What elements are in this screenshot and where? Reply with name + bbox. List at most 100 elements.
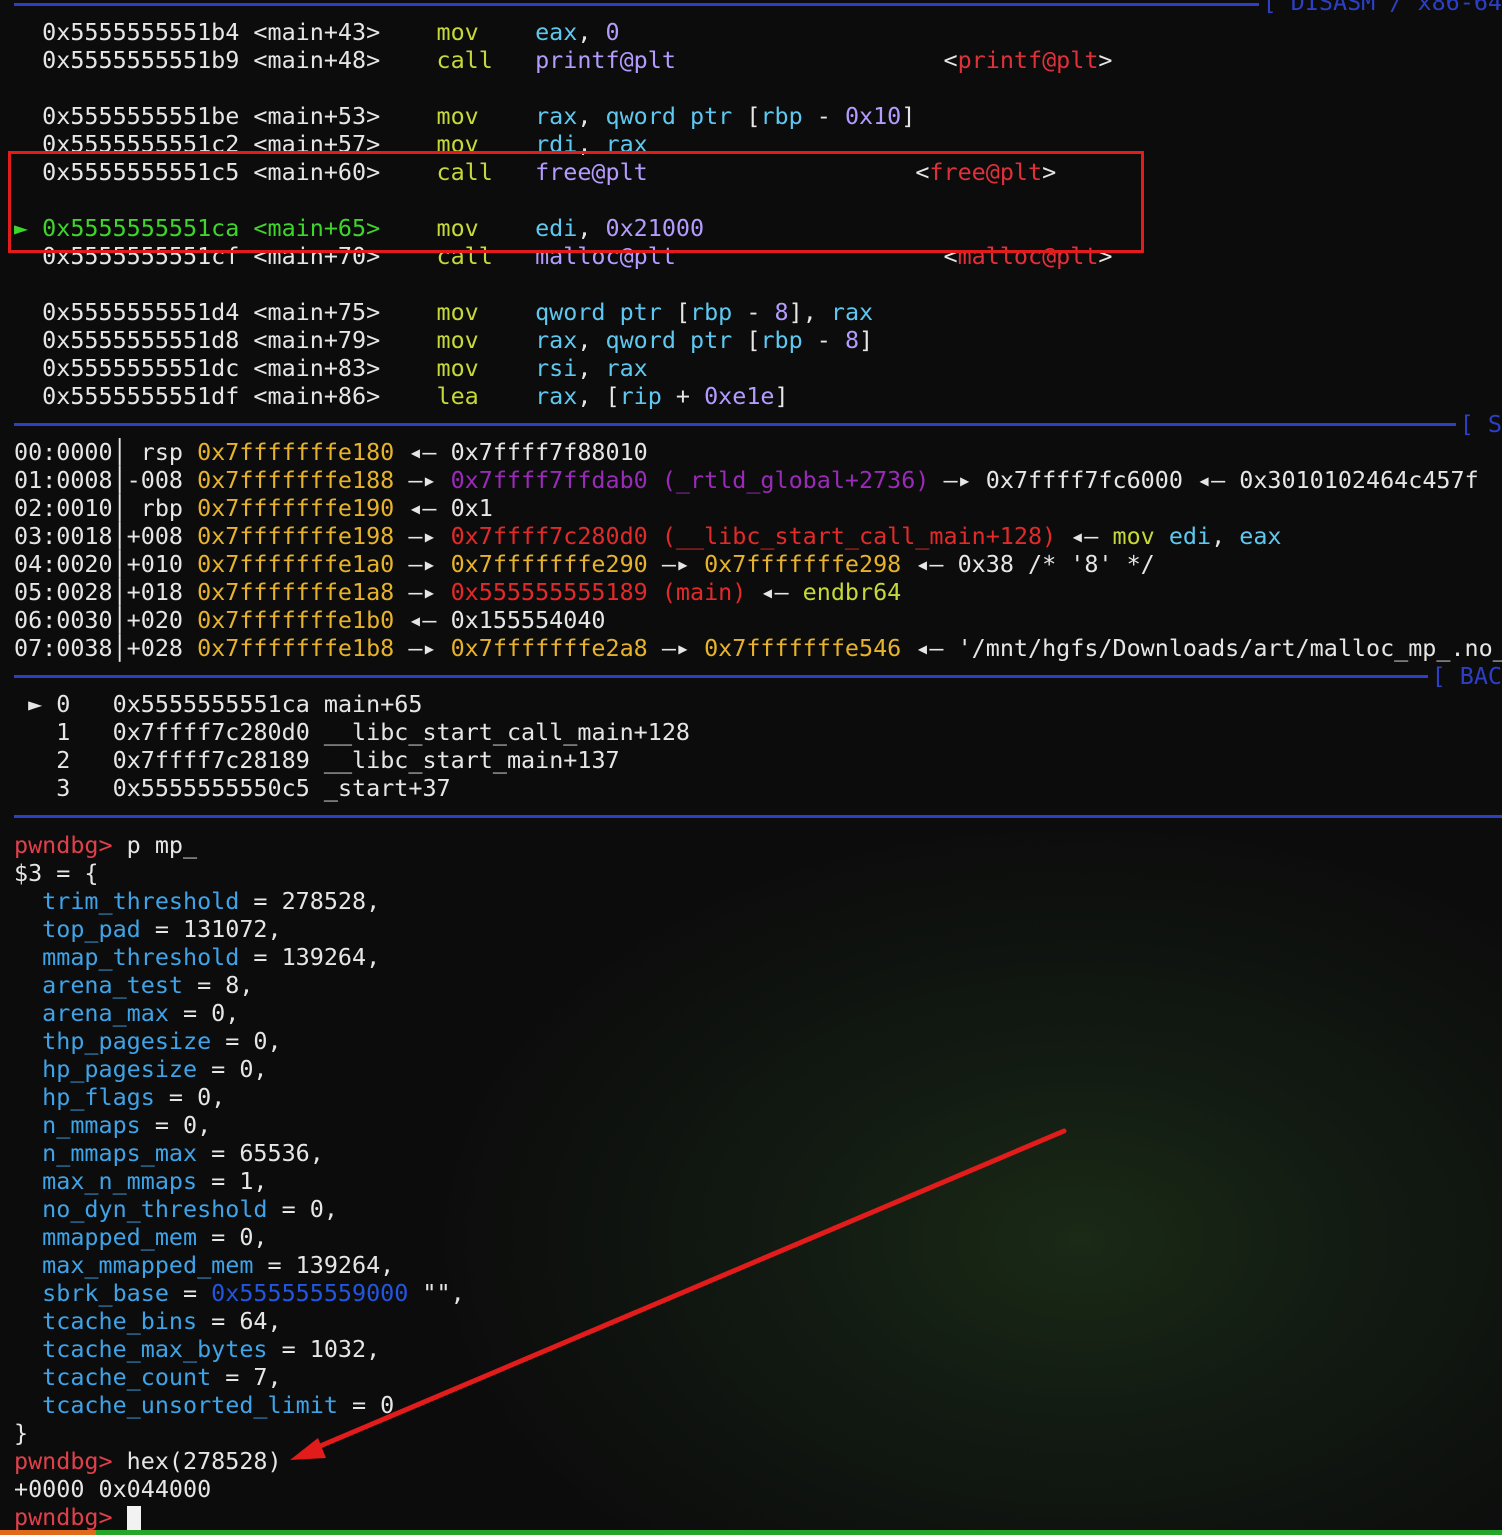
- field-value: 139264,: [295, 1251, 395, 1279]
- field-value: 139264,: [281, 943, 381, 971]
- frame-symbol: _start+37: [323, 774, 451, 802]
- stack-cell: 0x7fffffffe1a8: [197, 578, 395, 606]
- field-value: 0,: [211, 999, 240, 1027]
- instruction-operand: ]: [859, 326, 874, 354]
- instruction-symbol: <main+86>: [253, 382, 381, 410]
- instruction-mnemonic: mov: [436, 354, 536, 382]
- field-value: 0,: [197, 1083, 226, 1111]
- pwndbg-prompt: pwndbg>: [14, 1447, 113, 1475]
- equals: =: [197, 1223, 240, 1251]
- instruction-operand: , [: [577, 382, 620, 410]
- hex-output-text: +0000 0x044000: [14, 1475, 212, 1503]
- current-line-marker: [14, 18, 42, 46]
- equals: =: [140, 1111, 183, 1139]
- field-value: 0,: [239, 1223, 268, 1251]
- field-value: 8,: [225, 971, 254, 999]
- stack-cell: 0x7fffffffe180: [197, 438, 395, 466]
- instruction-address: 0x5555555551b9: [42, 46, 240, 74]
- struct-field: mmap_threshold = 139264,: [14, 943, 380, 971]
- stack-cell: +028: [126, 634, 198, 662]
- frame-index: 0: [56, 690, 71, 718]
- equals: =: [197, 1307, 240, 1335]
- stack-cell: —▸: [394, 466, 451, 494]
- instruction-operand: printf@plt: [535, 46, 676, 74]
- stack-cell: ◂—: [1182, 466, 1240, 494]
- frame-address: 0x7ffff7c280d0: [112, 718, 310, 746]
- stack-cell: mov: [1112, 522, 1169, 550]
- stack-cell: ◂—: [394, 438, 451, 466]
- field-value: 7,: [253, 1363, 282, 1391]
- annotation-open: <: [675, 46, 958, 74]
- equals: =: [183, 971, 226, 999]
- stack-cell: +008: [126, 522, 198, 550]
- stack-cell: │: [112, 522, 127, 550]
- text-cursor[interactable]: [126, 1505, 141, 1532]
- frame-symbol: __libc_start_call_main+128: [323, 718, 691, 746]
- backtrace-section-label: [ BAC: [1427, 662, 1502, 690]
- stack-cell: 0x555555555189 (main): [450, 578, 747, 606]
- struct-field: tcache_count = 7,: [14, 1363, 282, 1391]
- frame-address: 0x5555555550c5: [112, 774, 310, 802]
- field-value: 0,: [183, 1111, 212, 1139]
- frame-address: 0x5555555551ca: [112, 690, 310, 718]
- field-value: 0x555555559000: [211, 1279, 409, 1307]
- current-line-marker: [14, 298, 42, 326]
- stack-cell: │: [112, 466, 127, 494]
- field-name: hp_flags: [42, 1083, 155, 1111]
- stack-cell: 0x7fffffffe2a8: [450, 634, 648, 662]
- struct-field: no_dyn_threshold = 0,: [14, 1195, 338, 1223]
- struct-field: hp_flags = 0,: [14, 1083, 225, 1111]
- instruction-mnemonic: lea: [436, 382, 536, 410]
- instruction-symbol: <main+79>: [253, 326, 381, 354]
- instruction-operand: +: [661, 382, 705, 410]
- struct-field: top_pad = 131072,: [14, 915, 281, 943]
- pwndbg-prompt: pwndbg>: [14, 1503, 113, 1531]
- disasm-line: 0x5555555551dc <main+83> mov rsi, rax: [14, 354, 648, 382]
- instruction-address: 0x5555555551d4: [42, 298, 240, 326]
- stack-cell: ◂—: [394, 494, 451, 522]
- field-name: sbrk_base: [42, 1279, 169, 1307]
- stack-cell: 0x7fffffffe190: [197, 494, 395, 522]
- stack-cell: -008: [126, 466, 198, 494]
- struct-field: trim_threshold = 278528,: [14, 887, 380, 915]
- field-name: no_dyn_threshold: [42, 1195, 268, 1223]
- field-value: 0,: [239, 1055, 268, 1083]
- field-name: tcache_count: [42, 1363, 212, 1391]
- stack-row: 05:0028│+018 0x7fffffffe1a8 —▸ 0x5555555…: [14, 578, 901, 606]
- field-value: 1032,: [309, 1335, 381, 1363]
- command-line: pwndbg> hex(278528): [14, 1447, 282, 1475]
- command-text: p mp_: [126, 831, 198, 859]
- stack-cell: 02:0010: [14, 494, 113, 522]
- stack-row: 00:0000│ rsp 0x7fffffffe180 ◂— 0x7ffff7f…: [14, 438, 648, 466]
- instruction-operand: rax: [605, 354, 648, 382]
- field-name: trim_threshold: [42, 887, 240, 915]
- equals: =: [197, 1055, 240, 1083]
- stack-cell: │: [112, 494, 141, 522]
- stack-cell: 00:0000: [14, 438, 113, 466]
- stack-cell: +020: [126, 606, 198, 634]
- equals: =: [168, 1279, 212, 1307]
- struct-field: mmapped_mem = 0,: [14, 1223, 268, 1251]
- instruction-operand: rip: [619, 382, 662, 410]
- stack-cell: 0x7fffffffe1b8: [197, 634, 395, 662]
- field-name: mmap_threshold: [42, 943, 240, 971]
- instruction-symbol: <main+83>: [253, 354, 381, 382]
- instruction-operand: [: [732, 326, 761, 354]
- input-line[interactable]: pwndbg>: [14, 1503, 141, 1532]
- field-name: max_mmapped_mem: [42, 1251, 254, 1279]
